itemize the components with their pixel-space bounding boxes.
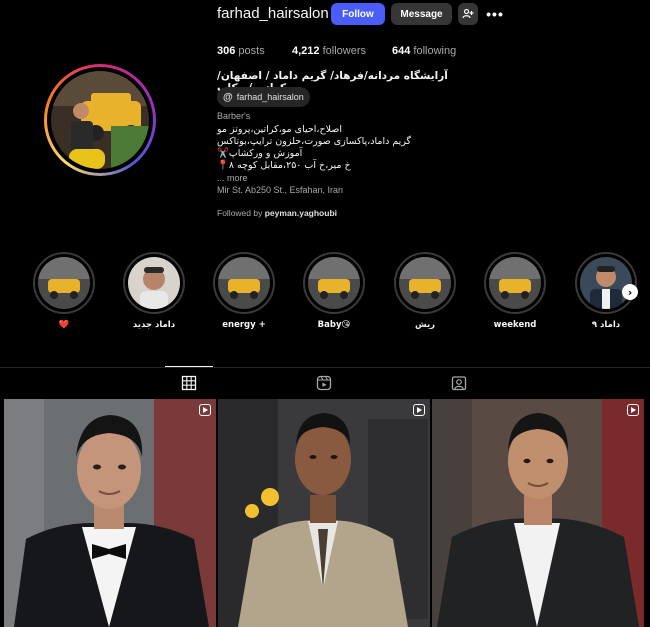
tab-reels[interactable] xyxy=(316,375,332,391)
highlight-label: weekend xyxy=(493,320,537,330)
tab-tagged[interactable] xyxy=(451,375,467,391)
more-options-button[interactable]: ••• xyxy=(484,3,506,25)
followers-link[interactable]: 4,212 followers xyxy=(292,45,366,57)
reels-icon xyxy=(316,375,332,391)
followed-by[interactable]: Followed by peyman.yaghoubi xyxy=(217,208,337,218)
bio-more-link[interactable]: ... more xyxy=(217,173,248,183)
highlight-label: داماد جدید xyxy=(132,320,176,330)
highlight-cover xyxy=(580,257,632,309)
highlight-item[interactable]: Baby😘 xyxy=(303,252,365,330)
highlight-item[interactable]: weekend xyxy=(484,252,546,330)
profile-username: farhad_hairsalon xyxy=(217,5,329,22)
reel-icon xyxy=(627,404,639,416)
post-thumbnail[interactable] xyxy=(218,399,430,627)
threads-badge[interactable]: @ farhad_hairsalon xyxy=(217,87,310,107)
posts-count: 306 posts xyxy=(217,45,265,57)
highlight-item[interactable]: ریش xyxy=(394,252,456,330)
highlight-label: ریش xyxy=(414,320,436,330)
chevron-right-icon: › xyxy=(627,285,633,299)
post-thumbnail[interactable] xyxy=(4,399,216,627)
post-thumbnail[interactable] xyxy=(432,399,644,627)
profile-address[interactable]: Mir St. Ab250 St., Esfahan, Iran xyxy=(217,185,343,195)
profile-header: farhad_hairsalon Follow Message ••• 306 … xyxy=(0,0,650,400)
message-button[interactable]: Message xyxy=(391,3,452,25)
following-link[interactable]: 644 following xyxy=(392,45,456,57)
bio-line: گریم داماد،پاکسازی صورت،حلزون ترایپ،بوتا… xyxy=(217,136,412,147)
posts-grid xyxy=(4,399,644,627)
highlight-label: energy + xyxy=(222,320,266,330)
follow-button[interactable]: Follow xyxy=(331,3,385,25)
highlight-item[interactable]: ❤️ xyxy=(33,252,95,330)
suggested-users-button[interactable] xyxy=(458,3,478,25)
highlight-cover xyxy=(489,257,541,309)
highlight-cover xyxy=(218,257,270,309)
tabs-divider xyxy=(0,367,650,368)
reel-icon xyxy=(413,404,425,416)
reel-icon xyxy=(199,404,211,416)
highlight-cover xyxy=(38,257,90,309)
tagged-icon xyxy=(451,376,467,391)
bio-line: اصلاح،احیای مو،کراتین،پروتز مو xyxy=(217,124,342,135)
highlight-label: داماد ۹ xyxy=(591,320,621,330)
threads-icon: @ xyxy=(223,91,233,103)
grid-icon xyxy=(181,375,197,391)
highlight-cover xyxy=(399,257,451,309)
highlight-cover xyxy=(128,257,180,309)
add-person-icon xyxy=(462,8,474,19)
highlights-next-button[interactable]: › xyxy=(622,284,638,300)
bio-line: ✂️آموزش و ورکشاپ xyxy=(217,148,303,159)
tab-posts[interactable] xyxy=(181,375,197,391)
active-tab-indicator xyxy=(165,366,213,367)
more-dots-icon: ••• xyxy=(486,6,504,22)
highlight-label: ❤️ xyxy=(58,320,70,330)
highlight-cover xyxy=(308,257,360,309)
profile-category: Barber's xyxy=(217,111,251,121)
highlight-label: Baby😘 xyxy=(317,320,351,330)
bio-line: 📍خ میر،خ آب ۲۵۰،مقابل کوچه ۸ xyxy=(217,160,351,171)
profile-avatar[interactable] xyxy=(44,64,156,176)
highlight-item[interactable]: energy + xyxy=(213,252,275,330)
highlight-item[interactable]: داماد جدید xyxy=(123,252,185,330)
